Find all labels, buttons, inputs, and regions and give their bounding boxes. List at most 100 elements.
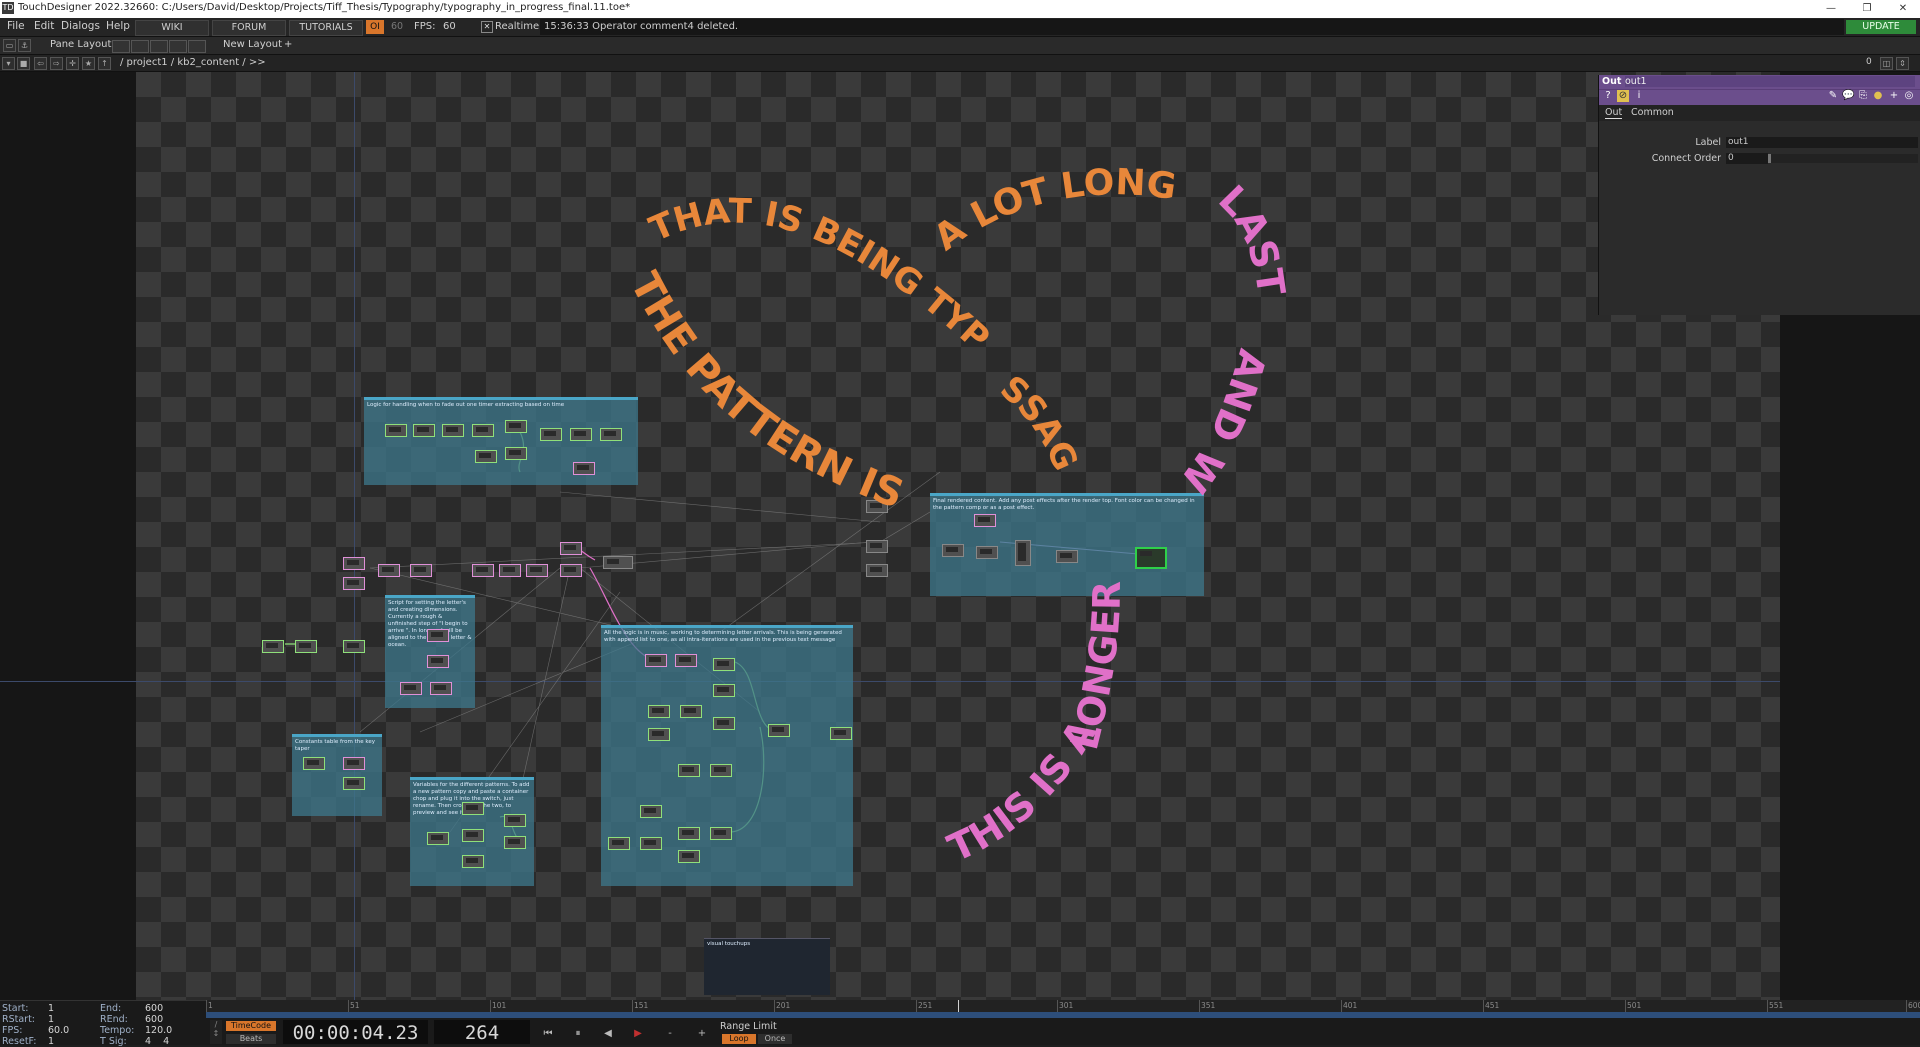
rend-value[interactable]: 600	[145, 1014, 163, 1025]
label-param-field[interactable]: out1	[1726, 137, 1918, 148]
clone-icon[interactable]: ⎘	[1857, 90, 1869, 102]
beats-button[interactable]: Beats	[226, 1034, 276, 1044]
connect-order-field[interactable]: 0	[1726, 153, 1768, 164]
close-button[interactable]: ✕	[1888, 0, 1918, 18]
operator-node[interactable]	[472, 424, 494, 437]
menu-dialogs[interactable]: Dialogs	[61, 20, 100, 32]
maximize-button[interactable]: ❐	[1852, 0, 1882, 18]
menu-help[interactable]: Help	[106, 20, 130, 32]
operator-node[interactable]	[608, 837, 630, 850]
forward-icon[interactable]: ⇨	[50, 57, 63, 70]
operator-node[interactable]	[866, 564, 888, 577]
menu-edit[interactable]: Edit	[34, 20, 54, 32]
timecode-button[interactable]: TimeCode	[226, 1021, 276, 1031]
operator-node[interactable]	[499, 564, 521, 577]
operator-node[interactable]	[675, 654, 697, 667]
add-layout-button[interactable]: +	[284, 39, 292, 50]
timecode-toggle-icon[interactable]: / ↕	[210, 1020, 222, 1044]
once-button[interactable]: Once	[758, 1034, 792, 1044]
bookmark-icon[interactable]: ★	[82, 57, 95, 70]
menu-arrow-icon[interactable]: ▾	[2, 57, 15, 70]
operator-node[interactable]	[648, 705, 670, 718]
timeline-ruler[interactable]: 1 51 101 151 201 251 301 351 401 451 501 551 600	[206, 1000, 1920, 1012]
operator-node[interactable]	[303, 757, 325, 770]
lock-icon[interactable]: ⊘	[1617, 90, 1629, 102]
pencil-icon[interactable]: ✎	[1827, 90, 1839, 102]
decrement-button[interactable]: -	[662, 1026, 678, 1042]
operator-node[interactable]	[343, 757, 365, 770]
operator-node[interactable]	[640, 837, 662, 850]
operator-node[interactable]	[400, 682, 422, 695]
python-icon[interactable]: ●	[1872, 90, 1884, 102]
oi-badge[interactable]: OI	[366, 20, 384, 34]
slider-handle[interactable]	[1768, 154, 1771, 163]
fps-value[interactable]: 60.0	[48, 1025, 69, 1036]
operator-node[interactable]	[475, 450, 497, 463]
comment-box-fade-logic[interactable]: Logic for handling when to fade out one …	[364, 397, 638, 485]
operator-node[interactable]	[427, 832, 449, 845]
loop-button[interactable]: Loop	[722, 1034, 756, 1044]
operator-node[interactable]	[385, 424, 407, 437]
operator-node[interactable]	[504, 836, 526, 849]
split-pane-icon[interactable]: ◫	[1880, 57, 1893, 70]
operator-node[interactable]	[462, 829, 484, 842]
tab-common[interactable]: Common	[1631, 107, 1674, 118]
pause-button[interactable]: ⏸	[570, 1026, 586, 1042]
operator-node[interactable]	[462, 802, 484, 815]
operator-node[interactable]	[570, 428, 592, 441]
operator-node[interactable]	[343, 777, 365, 790]
layout-split-h-icon[interactable]	[150, 40, 168, 53]
end-value[interactable]: 600	[145, 1003, 163, 1014]
operator-node[interactable]	[713, 658, 735, 671]
layout-split-v-icon[interactable]	[131, 40, 149, 53]
stop-icon[interactable]: ■	[17, 57, 30, 70]
operator-node[interactable]	[413, 424, 435, 437]
operator-node[interactable]	[976, 546, 998, 559]
rstart-value[interactable]: 1	[48, 1014, 54, 1025]
operator-node[interactable]	[573, 462, 595, 475]
operator-node[interactable]	[1056, 550, 1078, 563]
update-button[interactable]: UPDATE	[1846, 20, 1916, 34]
tutorials-button[interactable]: TUTORIALS	[289, 20, 363, 36]
operator-node[interactable]	[526, 564, 548, 577]
operator-node[interactable]	[560, 564, 582, 577]
operator-node[interactable]	[504, 814, 526, 827]
pane-layout-label[interactable]: Pane Layout	[50, 39, 111, 50]
operator-node[interactable]	[295, 640, 317, 653]
operator-node[interactable]	[540, 428, 562, 441]
back-icon[interactable]: ⇦	[34, 57, 47, 70]
play-button[interactable]: ▶	[630, 1026, 646, 1042]
operator-node[interactable]	[710, 764, 732, 777]
expand-pane-icon[interactable]: ⇕	[1896, 57, 1909, 70]
layout-triple-icon[interactable]	[169, 40, 187, 53]
operator-node[interactable]	[343, 640, 365, 653]
operator-node[interactable]	[343, 557, 365, 570]
connect-order-slider[interactable]	[1768, 154, 1918, 163]
step-back-button[interactable]: ◀	[600, 1026, 616, 1042]
operator-node[interactable]	[648, 728, 670, 741]
help-icon[interactable]: ?	[1602, 90, 1614, 102]
tempo-value[interactable]: 120.0	[145, 1025, 172, 1036]
anchor-icon[interactable]: ⚓	[18, 39, 31, 52]
pane-icon[interactable]: ▭	[3, 39, 16, 52]
operator-node[interactable]	[378, 564, 400, 577]
add-icon[interactable]: +	[1888, 90, 1900, 102]
operator-node[interactable]	[640, 805, 662, 818]
operator-node[interactable]	[866, 540, 888, 553]
out1-operator[interactable]	[1135, 547, 1167, 569]
network-path[interactable]: / project1 / kb2_content / >>	[120, 57, 266, 68]
home-icon[interactable]: ✛	[66, 57, 79, 70]
operator-name-field[interactable]: out1	[1625, 76, 1915, 87]
comment-box-visual-touchups[interactable]: visual touchups	[704, 938, 830, 995]
operator-node[interactable]	[343, 577, 365, 590]
operator-node[interactable]	[830, 727, 852, 740]
operator-node[interactable]	[678, 764, 700, 777]
operator-node[interactable]	[866, 500, 888, 513]
layout-quad-icon[interactable]	[188, 40, 206, 53]
operator-node[interactable]	[678, 827, 700, 840]
operator-node[interactable]	[768, 724, 790, 737]
operator-node[interactable]	[645, 654, 667, 667]
up-icon[interactable]: ↑	[98, 57, 111, 70]
tab-out[interactable]: Out	[1605, 107, 1623, 119]
playhead[interactable]	[958, 1000, 959, 1012]
